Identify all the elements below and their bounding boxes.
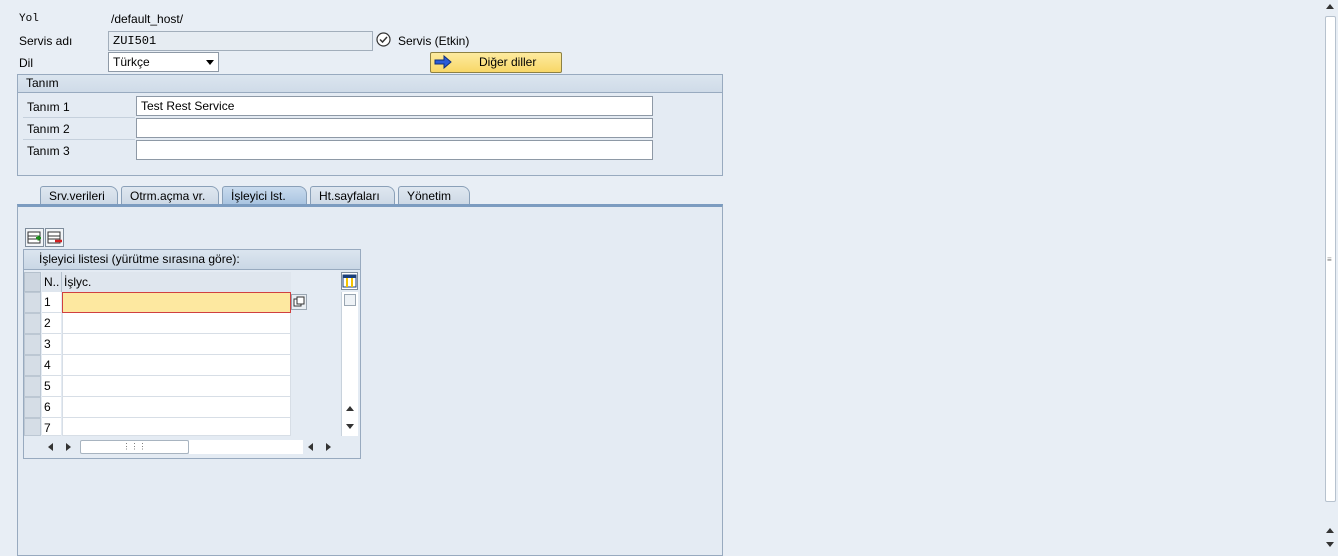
col-num-header[interactable]: N..	[42, 272, 62, 292]
column-config-icon	[342, 274, 357, 288]
scroll-left-icon[interactable]	[308, 443, 313, 451]
row-number: 4	[42, 355, 61, 376]
yol-label: Yol	[19, 13, 39, 25]
row-selector[interactable]	[24, 292, 41, 313]
handler-cell[interactable]	[62, 355, 291, 376]
table-hscrollbar[interactable]: ⋮⋮⋮	[42, 438, 340, 456]
row-number: 5	[42, 376, 61, 397]
row-number: 1	[42, 292, 61, 313]
tab-ht-sayfalari[interactable]: Ht.sayfaları	[310, 186, 395, 205]
scroll-up-icon[interactable]	[1326, 4, 1334, 9]
yol-value: /default_host/	[111, 12, 184, 26]
tanim-1-field[interactable]: Test Rest Service	[136, 96, 653, 116]
servis-field[interactable]: ZUI501	[108, 31, 373, 51]
row-number: 3	[42, 334, 61, 355]
select-all-corner[interactable]	[24, 272, 41, 292]
scroll-up-icon[interactable]	[1326, 528, 1334, 533]
tab-yonetim[interactable]: Yönetim	[398, 186, 470, 205]
row-number: 7	[42, 418, 61, 436]
tanim-3-label: Tanım 3	[27, 144, 70, 158]
tanim-1-label: Tanım 1	[27, 100, 70, 114]
row-selector[interactable]	[24, 397, 41, 418]
scroll-left-icon[interactable]	[48, 443, 53, 451]
table-vscrollbar[interactable]	[341, 292, 358, 436]
scroll-up-icon[interactable]	[346, 406, 354, 411]
arrow-right-icon	[434, 54, 452, 75]
handler-cell[interactable]	[62, 376, 291, 397]
row-selector[interactable]	[24, 418, 41, 436]
col-handler-header[interactable]: İşlyc.	[62, 272, 291, 292]
tab-otrm-acma[interactable]: Otrm.açma vr.	[121, 186, 219, 205]
column-config-button[interactable]	[341, 272, 358, 290]
scroll-down-icon[interactable]	[346, 424, 354, 429]
insert-row-button[interactable]	[25, 228, 44, 247]
handler-cell[interactable]	[62, 418, 291, 436]
tab-srv-verileri[interactable]: Srv.verileri	[40, 186, 118, 205]
handler-cell[interactable]	[62, 292, 291, 313]
row-selector[interactable]	[24, 313, 41, 334]
scroll-down-icon[interactable]	[1326, 542, 1334, 547]
other-languages-button[interactable]: Diğer diller	[430, 52, 562, 73]
handler-cell[interactable]	[62, 397, 291, 418]
servis-status: Servis (Etkin)	[398, 34, 470, 48]
dil-value: Türkçe	[113, 55, 150, 69]
page-vscrollbar[interactable]: ≡	[1323, 0, 1338, 556]
scroll-right-icon[interactable]	[326, 443, 331, 451]
value-help-button[interactable]	[291, 294, 307, 310]
vscroll-thumb[interactable]	[344, 294, 356, 306]
row-number: 6	[42, 397, 61, 418]
servis-label: Servis adı	[19, 34, 73, 48]
handler-cell[interactable]	[62, 334, 291, 355]
dil-dropdown[interactable]: Türkçe	[108, 52, 219, 72]
service-active-icon[interactable]	[376, 32, 391, 47]
tanim-3-field[interactable]	[136, 140, 653, 160]
delete-row-icon	[47, 231, 62, 244]
row-selector[interactable]	[24, 376, 41, 397]
copy-icon	[293, 296, 305, 307]
dil-label: Dil	[19, 56, 33, 70]
row-selector[interactable]	[24, 334, 41, 355]
row-number: 2	[42, 313, 61, 334]
hscroll-thumb[interactable]: ⋮⋮⋮	[80, 440, 189, 454]
other-languages-label: Diğer diller	[479, 55, 537, 69]
tab-isleyici-lst[interactable]: İşleyici lst.	[222, 186, 307, 205]
tanim-title: Tanım	[18, 75, 722, 93]
scroll-right-icon[interactable]	[66, 443, 71, 451]
delete-row-button[interactable]	[45, 228, 64, 247]
page-vscroll-thumb[interactable]: ≡	[1325, 16, 1336, 502]
insert-row-icon	[27, 231, 41, 244]
handler-table-title: İşleyici listesi (yürütme sırasına göre)…	[39, 252, 240, 266]
row-selector[interactable]	[24, 355, 41, 376]
tanim-2-label: Tanım 2	[27, 122, 70, 136]
tanim-2-field[interactable]	[136, 118, 653, 138]
handler-cell[interactable]	[62, 313, 291, 334]
handler-table-titlebar: İşleyici listesi (yürütme sırasına göre)…	[24, 250, 360, 270]
chevron-down-icon	[206, 60, 214, 65]
